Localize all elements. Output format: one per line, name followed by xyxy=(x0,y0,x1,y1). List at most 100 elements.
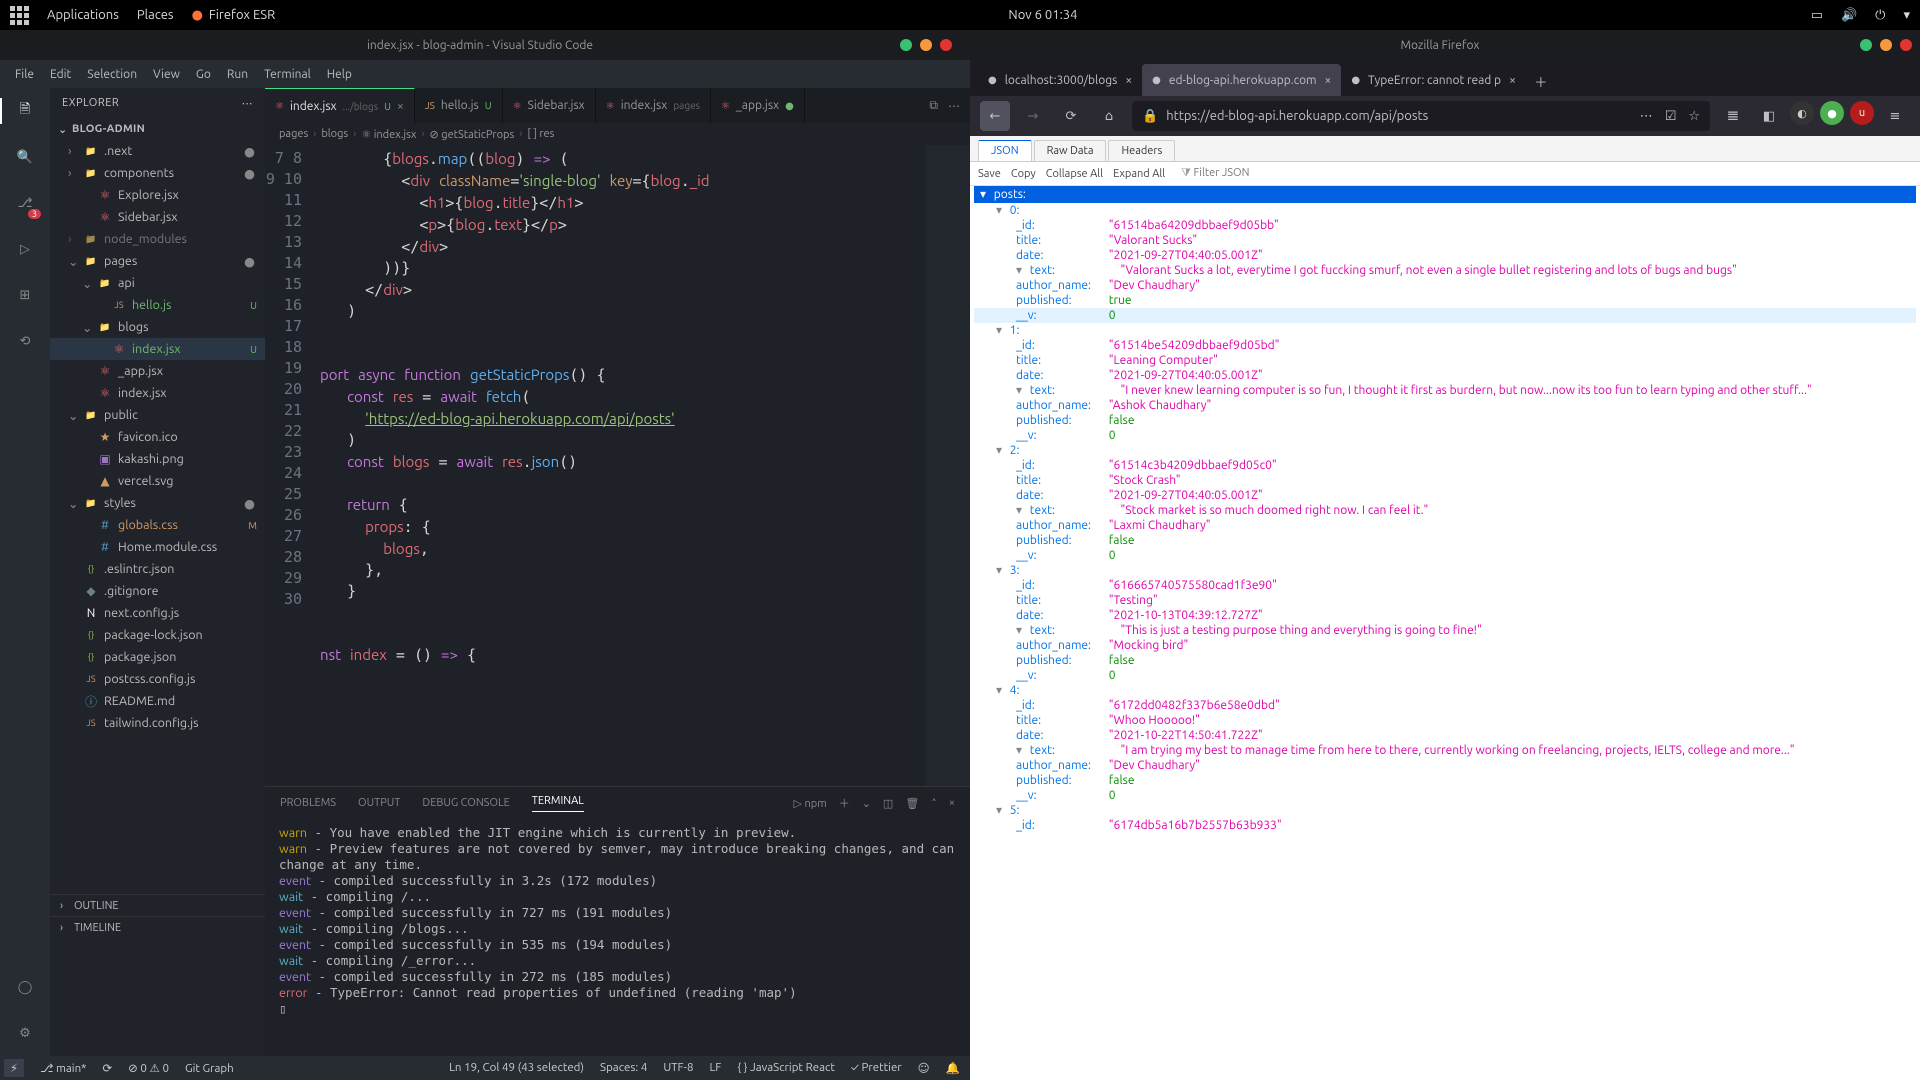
json-tool[interactable]: Save xyxy=(978,168,1001,180)
git-branch[interactable]: ⎇ main* xyxy=(40,1061,86,1075)
terminal-selector[interactable]: ▷ npm xyxy=(794,797,827,810)
editor-tab[interactable]: JS hello.js U xyxy=(415,88,503,123)
live-share-icon[interactable]: ⟲ xyxy=(12,328,38,354)
tree-item[interactable]: ⚛ Explore.jsx xyxy=(50,184,265,206)
tree-item[interactable]: ⚛ index.jsx U xyxy=(50,338,265,360)
editor-tab[interactable]: ⚛ index.jsx pages xyxy=(596,88,711,123)
applications-menu[interactable]: Applications xyxy=(47,8,119,22)
tree-item[interactable]: ⌄ 📁 styles ● xyxy=(50,492,265,514)
json-field[interactable]: _id: "6172dd0482f337b6e58e0dbd" xyxy=(974,698,1916,713)
git-graph[interactable]: Git Graph xyxy=(185,1062,234,1075)
breadcrumb-item[interactable]: ⚛ index.jsx xyxy=(361,128,416,141)
editor-tab[interactable]: ⚛ _app.jsx ● xyxy=(711,88,805,123)
json-array-item[interactable]: ▾ 1: xyxy=(974,323,1916,338)
workspace-root[interactable]: ⌄BLOG-ADMIN xyxy=(50,118,265,140)
tree-item[interactable]: ▲ vercel.svg xyxy=(50,470,265,492)
json-field[interactable]: published: false xyxy=(974,773,1916,788)
json-field[interactable]: ▾ text: "I never knew learning computer … xyxy=(974,383,1916,398)
tree-item[interactable]: {} package-lock.json xyxy=(50,624,265,646)
json-field[interactable]: title: "Testing" xyxy=(974,593,1916,608)
source-control-icon[interactable]: ⎇3 xyxy=(12,190,38,216)
reload-button[interactable]: ⟳ xyxy=(1056,101,1086,131)
json-field[interactable]: author_name: "Mocking bird" xyxy=(974,638,1916,653)
menu-item[interactable]: File xyxy=(8,65,41,84)
tree-item[interactable]: # Home.module.css xyxy=(50,536,265,558)
url-bar[interactable]: 🔒 https://ed-blog-api.herokuapp.com/api/… xyxy=(1132,101,1710,131)
menu-item[interactable]: Go xyxy=(189,65,218,84)
extension-icon[interactable]: ◐ xyxy=(1790,101,1814,125)
json-field[interactable]: date: "2021-09-27T04:40:05.001Z" xyxy=(974,248,1916,263)
json-array-item[interactable]: ▾ 5: xyxy=(974,803,1916,818)
json-filter-input[interactable] xyxy=(1193,167,1273,179)
json-field[interactable]: __v: 0 xyxy=(974,428,1916,443)
json-field[interactable]: title: "Whoo Hooooo!" xyxy=(974,713,1916,728)
sidebar-icon[interactable]: ◧ xyxy=(1754,101,1784,131)
json-field[interactable]: ▾ text: "Valorant Sucks a lot, everytime… xyxy=(974,263,1916,278)
json-field[interactable]: author_name: "Dev Chaudhary" xyxy=(974,758,1916,773)
tree-item[interactable]: ⓘ README.md xyxy=(50,690,265,712)
power-icon[interactable]: ⏻ xyxy=(1875,8,1885,23)
screen-icon[interactable]: ▭ xyxy=(1811,8,1823,23)
json-field[interactable]: title: "Stock Crash" xyxy=(974,473,1916,488)
json-field[interactable]: title: "Valorant Sucks" xyxy=(974,233,1916,248)
json-tab[interactable]: Headers xyxy=(1108,140,1175,161)
search-icon[interactable]: 🔍 xyxy=(12,144,38,170)
json-field[interactable]: __v: 0 xyxy=(974,308,1916,323)
json-field[interactable]: published: false xyxy=(974,653,1916,668)
json-array-item[interactable]: ▾ 2: xyxy=(974,443,1916,458)
maximize-panel-icon[interactable]: ˄ xyxy=(931,797,937,810)
json-tab[interactable]: Raw Data xyxy=(1034,140,1107,161)
menu-item[interactable]: Run xyxy=(220,65,255,84)
diff-icon[interactable]: ⧉ xyxy=(929,99,938,113)
tree-item[interactable]: # globals.css M xyxy=(50,514,265,536)
json-tool[interactable]: Collapse All xyxy=(1046,168,1103,180)
json-field[interactable]: ▾ text: "Stock market is so much doomed … xyxy=(974,503,1916,518)
minimap[interactable] xyxy=(925,145,970,786)
browser-tab[interactable]: ● ed-blog-api.herokuapp.com × xyxy=(1142,64,1341,96)
extension-ublock-icon[interactable]: u xyxy=(1850,101,1874,125)
editor-tab[interactable]: ⚛ index.jsx .../blogs U × xyxy=(265,88,415,123)
breadcrumb-item[interactable]: pages xyxy=(279,128,308,140)
tree-item[interactable]: ⌄ 📁 public xyxy=(50,404,265,426)
json-tool[interactable]: Expand All xyxy=(1113,168,1165,180)
json-root[interactable]: ▾ posts: xyxy=(974,186,1916,203)
back-button[interactable]: ← xyxy=(980,101,1010,131)
panel-tab[interactable]: PROBLEMS xyxy=(280,797,336,809)
more-icon[interactable]: ⋯ xyxy=(242,97,254,110)
tree-item[interactable]: › 📁 components ● xyxy=(50,162,265,184)
json-field[interactable]: __v: 0 xyxy=(974,668,1916,683)
tree-item[interactable]: ◆ .gitignore xyxy=(50,580,265,602)
new-terminal-icon[interactable]: ＋ xyxy=(839,795,850,811)
tree-item[interactable]: ⌄ 📁 api xyxy=(50,272,265,294)
json-field[interactable]: date: "2021-10-13T04:39:12.727Z" xyxy=(974,608,1916,623)
split-terminal-icon[interactable]: ◫ xyxy=(883,797,893,810)
firefox-launcher[interactable]: ●Firefox ESR xyxy=(192,8,276,23)
volume-icon[interactable]: 🔊 xyxy=(1841,8,1857,23)
status-item[interactable]: Ln 19, Col 49 (43 selected) xyxy=(449,1061,584,1075)
hamburger-icon[interactable]: ≡ xyxy=(1880,101,1910,131)
json-field[interactable]: author_name: "Dev Chaudhary" xyxy=(974,278,1916,293)
json-field[interactable]: date: "2021-09-27T04:40:05.001Z" xyxy=(974,368,1916,383)
json-tab[interactable]: JSON xyxy=(978,140,1032,161)
panel-tab[interactable]: DEBUG CONSOLE xyxy=(422,797,509,809)
editor-tab[interactable]: ⚛ Sidebar.jsx xyxy=(503,88,596,123)
reader-icon[interactable]: ☑ xyxy=(1665,109,1677,124)
status-item[interactable]: { } JavaScript React xyxy=(737,1061,835,1075)
breadcrumb-item[interactable]: [ ] res xyxy=(527,128,554,140)
tree-item[interactable]: › 📁 node_modules xyxy=(50,228,265,250)
browser-tab[interactable]: ● localhost:3000/blogs × xyxy=(978,64,1142,96)
timeline-section[interactable]: ›TIMELINE xyxy=(50,916,265,938)
json-field[interactable]: title: "Leaning Computer" xyxy=(974,353,1916,368)
library-icon[interactable]: 𝌆 xyxy=(1718,101,1748,131)
tree-item[interactable]: ⚛ index.jsx xyxy=(50,382,265,404)
status-item[interactable]: 🔔 xyxy=(946,1061,960,1075)
minimize-button[interactable] xyxy=(1860,39,1872,51)
json-field[interactable]: __v: 0 xyxy=(974,548,1916,563)
tree-item[interactable]: › 📁 .next ● xyxy=(50,140,265,162)
json-array-item[interactable]: ▾ 3: xyxy=(974,563,1916,578)
tree-item[interactable]: ⌄ 📁 blogs xyxy=(50,316,265,338)
places-menu[interactable]: Places xyxy=(137,8,174,22)
json-field[interactable]: ▾ text: "I am trying my best to manage t… xyxy=(974,743,1916,758)
tree-item[interactable]: N next.config.js xyxy=(50,602,265,624)
tree-item[interactable]: ★ favicon.ico xyxy=(50,426,265,448)
